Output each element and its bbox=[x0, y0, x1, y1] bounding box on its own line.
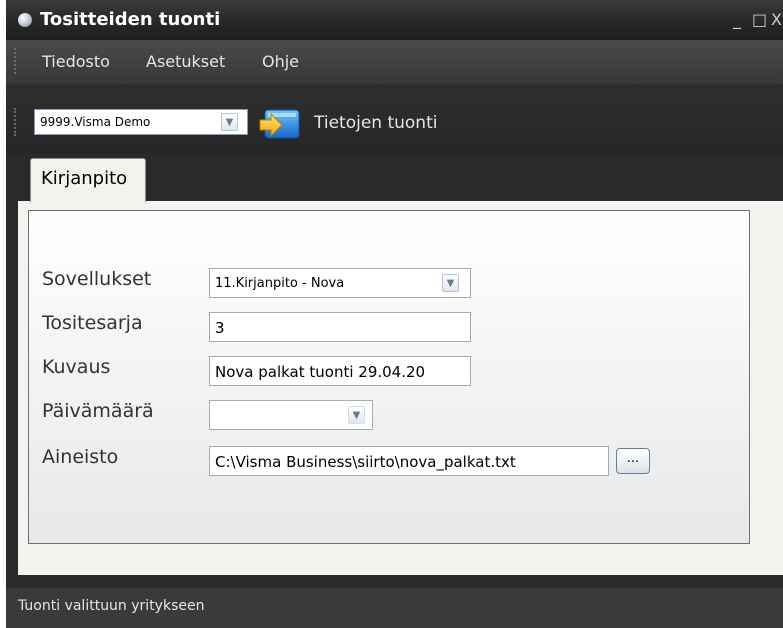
tab-label: Kirjanpito bbox=[41, 168, 128, 189]
menu-grip-handle[interactable] bbox=[14, 48, 19, 74]
chevron-down-icon[interactable]: ▼ bbox=[442, 274, 459, 292]
app-window: Tositteiden tuonti _ □ X Tiedosto Asetuk… bbox=[6, 0, 783, 628]
voucher-series-label: Tositesarja bbox=[42, 312, 143, 334]
voucher-series-value: 3 bbox=[215, 319, 225, 337]
applications-label: Sovellukset bbox=[42, 268, 152, 290]
company-select-value: 9999.Visma Demo bbox=[40, 115, 151, 129]
app-icon bbox=[18, 13, 32, 27]
tab-kirjanpito[interactable]: Kirjanpito bbox=[30, 158, 146, 202]
status-text: Tuonti valittuun yritykseen bbox=[18, 598, 205, 614]
applications-select[interactable]: 11.Kirjanpito - Nova ▼ bbox=[209, 268, 471, 298]
date-picker[interactable]: ▼ bbox=[209, 400, 373, 430]
import-arrow-icon[interactable] bbox=[259, 104, 301, 142]
description-input[interactable]: Nova palkat tuonti 29.04.20 bbox=[209, 356, 471, 386]
title-bar[interactable]: Tositteiden tuonti _ □ X bbox=[6, 0, 783, 40]
voucher-series-input[interactable]: 3 bbox=[209, 312, 471, 342]
date-label: Päivämäärä bbox=[42, 400, 154, 422]
file-path-input[interactable]: C:\Visma Business\siirto\nova_palkat.txt bbox=[209, 446, 609, 476]
menu-item-file[interactable]: Tiedosto bbox=[42, 52, 110, 71]
menu-bar bbox=[6, 40, 783, 84]
status-bar: Tuonti valittuun yritykseen bbox=[6, 588, 783, 628]
company-select[interactable]: 9999.Visma Demo ▼ bbox=[34, 109, 248, 135]
maximize-button[interactable]: □ bbox=[752, 10, 767, 29]
description-value: Nova palkat tuonti 29.04.20 bbox=[215, 363, 426, 381]
applications-select-value: 11.Kirjanpito - Nova bbox=[215, 276, 345, 291]
toolbar-grip-handle[interactable] bbox=[14, 108, 19, 136]
close-button[interactable]: X bbox=[771, 10, 782, 29]
import-button-label[interactable]: Tietojen tuonti bbox=[314, 113, 437, 133]
menu-item-settings[interactable]: Asetukset bbox=[146, 52, 225, 71]
minimize-button[interactable]: _ bbox=[733, 10, 741, 29]
chevron-down-icon[interactable]: ▼ bbox=[348, 406, 365, 424]
file-path-value: C:\Visma Business\siirto\nova_palkat.txt bbox=[215, 453, 516, 471]
menu-item-help[interactable]: Ohje bbox=[262, 52, 299, 71]
description-label: Kuvaus bbox=[42, 356, 111, 378]
chevron-down-icon[interactable]: ▼ bbox=[221, 113, 238, 131]
file-label: Aineisto bbox=[42, 446, 119, 468]
browse-button[interactable]: ... bbox=[616, 448, 650, 474]
window-title: Tositteiden tuonti bbox=[40, 9, 221, 30]
